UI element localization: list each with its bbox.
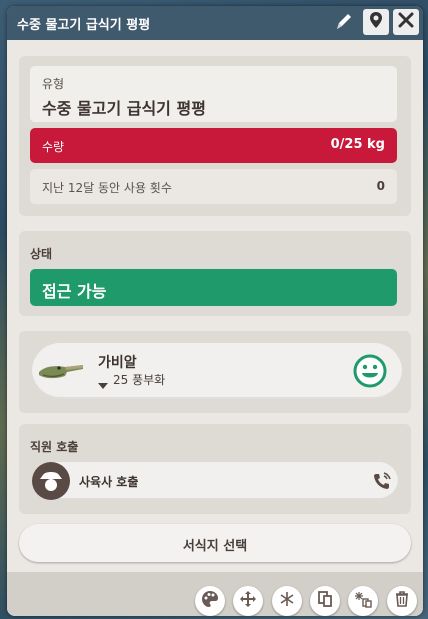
move-icon: [239, 590, 257, 612]
type-label: 유형: [42, 77, 65, 91]
move-button[interactable]: [233, 586, 263, 616]
status-bar: 접근 가능: [30, 269, 397, 306]
map-pin-icon: [367, 11, 385, 33]
staff-section: 직원 호출 사육사 호출: [19, 424, 411, 514]
status-section: 상태 접근 가능: [19, 231, 411, 316]
delete-button[interactable]: [387, 586, 417, 616]
gharial-portrait-icon: [37, 357, 85, 389]
duplicate-icon: [316, 590, 334, 612]
palette-icon: [201, 590, 219, 612]
trash-icon: [393, 590, 411, 612]
staff-heading: 직원 호출: [30, 440, 79, 454]
duplicate-button[interactable]: [310, 586, 340, 616]
duplicate-attached-button[interactable]: [348, 586, 378, 616]
usage-label: 지난 12달 동안 사용 횟수: [42, 181, 172, 195]
zookeeper-avatar-icon: [32, 462, 70, 504]
capacity-label: 수량: [42, 140, 65, 154]
close-icon: [397, 11, 415, 33]
locate-button[interactable]: [363, 9, 389, 35]
call-keeper-label: 사육사 호출: [79, 475, 139, 489]
capacity-value: 0/25 kg: [330, 137, 385, 152]
palette-button[interactable]: [195, 586, 225, 616]
select-habitat-button[interactable]: 서식지 선택: [19, 524, 411, 562]
snowflake-icon: [278, 590, 296, 612]
usage-field: 지난 12달 동안 사용 횟수 0: [30, 169, 397, 204]
select-habitat-label: 서식지 선택: [182, 539, 248, 554]
phone-call-icon: [372, 471, 392, 495]
object-info-panel: 수중 물고기 급식기 평평 유형 수중 물고기 급식기 평평 수량 0/25 k…: [7, 6, 423, 616]
animal-group: 25 풍부화: [113, 373, 166, 387]
animal-card[interactable]: 가비알 25 풍부화: [32, 343, 402, 399]
window-title: 수중 물고기 급식기 평평: [17, 18, 151, 33]
duplicate-attached-icon: [354, 590, 372, 612]
animal-section: 가비알 25 풍부화: [19, 331, 411, 413]
happy-face-icon: [353, 354, 387, 392]
caret-down-icon: [98, 375, 108, 394]
status-heading: 상태: [30, 247, 53, 261]
type-field: 유형 수중 물고기 급식기 평평: [30, 66, 397, 122]
call-keeper-button[interactable]: 사육사 호출: [32, 462, 398, 500]
type-value: 수중 물고기 급식기 평평: [42, 99, 206, 118]
animal-name: 가비알: [98, 355, 137, 371]
status-value: 접근 가능: [42, 282, 107, 301]
rename-pencil-icon[interactable]: [331, 10, 355, 34]
capacity-bar: 수량 0/25 kg: [30, 128, 397, 163]
usage-value: 0: [376, 179, 385, 193]
freeze-button[interactable]: [272, 586, 302, 616]
close-button[interactable]: [393, 9, 419, 35]
info-section: 유형 수중 물고기 급식기 평평 수량 0/25 kg 지난 12달 동안 사용…: [19, 56, 411, 216]
title-bar[interactable]: 수중 물고기 급식기 평평: [7, 6, 423, 40]
